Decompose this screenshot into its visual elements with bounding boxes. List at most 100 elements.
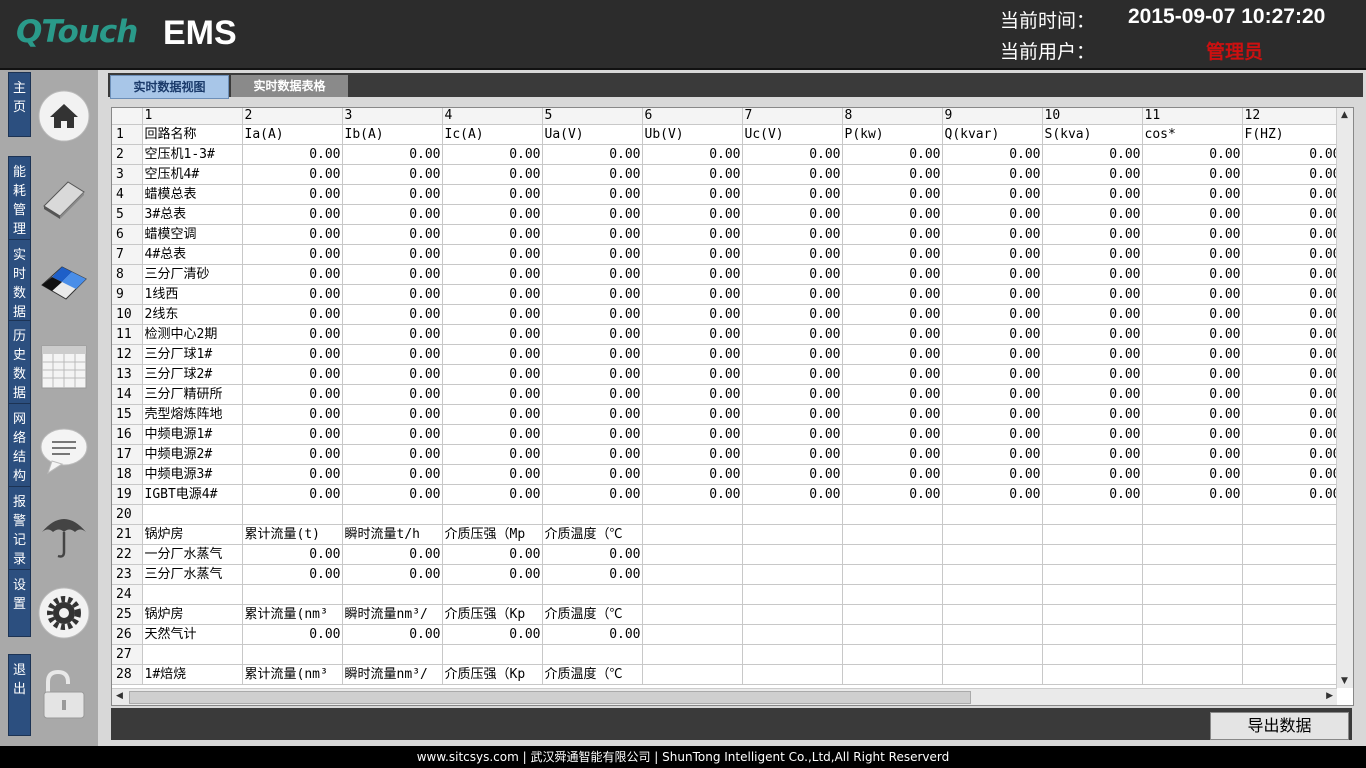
table-cell[interactable]: 累计流量(t) <box>242 524 343 545</box>
table-cell[interactable] <box>342 644 443 665</box>
table-cell[interactable]: 0.00 <box>542 464 643 485</box>
table-cell[interactable]: 0.00 <box>1142 224 1243 245</box>
table-cell[interactable] <box>642 524 743 545</box>
table-cell[interactable]: 0.00 <box>242 544 343 565</box>
table-row[interactable]: 15 壳型熔炼阵地 0.00 0.00 0.00 0.00 0.00 0.00 0.00 0.00… <box>112 404 1343 425</box>
table-cell[interactable] <box>942 584 1043 605</box>
table-cell[interactable]: 0.00 <box>1242 204 1343 225</box>
table-cell[interactable] <box>1142 664 1243 685</box>
table-cell[interactable]: 0.00 <box>442 484 543 505</box>
table-cell[interactable]: 0.00 <box>1242 164 1343 185</box>
table-cell[interactable]: 0.00 <box>642 244 743 265</box>
table-cell[interactable]: 0.00 <box>942 464 1043 485</box>
sidebar-item-home[interactable]: 主页 <box>0 72 98 155</box>
table-cell[interactable]: 0.00 <box>1142 184 1243 205</box>
table-cell[interactable]: 0.00 <box>742 464 843 485</box>
table-cell[interactable] <box>1242 664 1343 685</box>
table-cell[interactable]: 3#总表 <box>142 204 243 225</box>
table-cell[interactable]: 0.00 <box>842 264 943 285</box>
table-cell[interactable]: 0.00 <box>342 564 443 585</box>
table-cell[interactable]: cos* <box>1142 124 1243 145</box>
table-row[interactable]: 3 空压机4# 0.00 0.00 0.00 0.00 0.00 0.00 0.00 0.00 0.… <box>112 164 1343 185</box>
table-cell[interactable]: 蜡模空调 <box>142 224 243 245</box>
table-cell[interactable] <box>942 544 1043 565</box>
table-cell[interactable]: 0.00 <box>842 384 943 405</box>
table-cell[interactable]: 0.00 <box>842 464 943 485</box>
table-cell[interactable]: 0.00 <box>642 184 743 205</box>
table-cell[interactable] <box>942 564 1043 585</box>
table-cell[interactable]: 锅炉房 <box>142 604 243 625</box>
table-cell[interactable]: 0.00 <box>742 304 843 325</box>
table-cell[interactable]: 0.00 <box>342 624 443 645</box>
table-cell[interactable]: 0.00 <box>342 304 443 325</box>
table-cell[interactable]: 0.00 <box>742 324 843 345</box>
table-cell[interactable] <box>742 644 843 665</box>
table-row[interactable]: 11 检测中心2期 0.00 0.00 0.00 0.00 0.00 0.00 0.00 0.00… <box>112 324 1343 345</box>
table-cell[interactable]: 0.00 <box>1242 184 1343 205</box>
table-cell[interactable]: 0.00 <box>242 484 343 505</box>
table-cell[interactable]: 0.00 <box>242 204 343 225</box>
table-cell[interactable]: 0.00 <box>942 484 1043 505</box>
table-row[interactable]: 28 1#焙烧 累计流量(nm³ 瞬时流量nm³/介质压强（Kp 介质温度（℃ <box>112 664 1343 685</box>
table-cell[interactable]: Ub(V) <box>642 124 743 145</box>
table-cell[interactable]: 0.00 <box>942 404 1043 425</box>
realtime-data-grid[interactable]: 1 2 3 4 5 6 7 8 9 10 11 12 1 回路名称 Ia(A) Ib(A) Ic(A) Ua(V)… <box>111 107 1354 706</box>
table-row[interactable]: 10 2线东 0.00 0.00 0.00 0.00 0.00 0.00 0.00 0.00 0.0… <box>112 304 1343 325</box>
table-cell[interactable] <box>742 504 843 525</box>
table-cell[interactable]: 0.00 <box>842 424 943 445</box>
table-cell[interactable]: 0.00 <box>242 384 343 405</box>
table-cell[interactable]: 0.00 <box>442 444 543 465</box>
table-cell[interactable] <box>1042 584 1143 605</box>
table-cell[interactable]: 0.00 <box>542 624 643 645</box>
table-row[interactable]: 6 蜡模空调 0.00 0.00 0.00 0.00 0.00 0.00 0.00 0.00 0.0… <box>112 224 1343 245</box>
table-row[interactable]: 12 三分厂球1# 0.00 0.00 0.00 0.00 0.00 0.00 0.00 0.00… <box>112 344 1343 365</box>
table-cell[interactable]: 0.00 <box>642 264 743 285</box>
table-cell[interactable] <box>1242 604 1343 625</box>
table-cell[interactable]: 介质温度（℃ <box>542 524 643 545</box>
table-cell[interactable]: 0.00 <box>1242 264 1343 285</box>
table-cell[interactable]: 1#焙烧 <box>142 664 243 685</box>
table-cell[interactable]: 0.00 <box>1142 244 1243 265</box>
table-cell[interactable]: 0.00 <box>542 224 643 245</box>
horizontal-scrollbar[interactable]: ◀ ▶ <box>112 688 1337 705</box>
table-cell[interactable]: 0.00 <box>942 424 1043 445</box>
table-cell[interactable]: 0.00 <box>1142 344 1243 365</box>
table-cell[interactable]: 0.00 <box>442 224 543 245</box>
table-cell[interactable]: 瞬时流量nm³/ <box>342 604 443 625</box>
column-header[interactable]: 8 <box>842 108 943 125</box>
sidebar-item-network-structure[interactable]: 网络结构 <box>0 403 98 487</box>
table-cell[interactable]: 0.00 <box>1242 404 1343 425</box>
table-cell[interactable]: 0.00 <box>542 404 643 425</box>
table-cell[interactable]: 0.00 <box>942 224 1043 245</box>
table-row[interactable]: 16 中频电源1# 0.00 0.00 0.00 0.00 0.00 0.00 0.00 0.00… <box>112 424 1343 445</box>
table-cell[interactable]: 0.00 <box>1142 144 1243 165</box>
table-cell[interactable] <box>742 624 843 645</box>
table-cell[interactable]: 0.00 <box>742 224 843 245</box>
table-cell[interactable]: 0.00 <box>642 164 743 185</box>
table-cell[interactable]: 中频电源2# <box>142 444 243 465</box>
table-cell[interactable]: 0.00 <box>742 404 843 425</box>
table-cell[interactable]: 0.00 <box>642 364 743 385</box>
table-cell[interactable] <box>1042 524 1143 545</box>
table-cell[interactable]: 0.00 <box>642 464 743 485</box>
table-cell[interactable]: 0.00 <box>1042 404 1143 425</box>
table-cell[interactable]: 0.00 <box>442 384 543 405</box>
table-cell[interactable]: 0.00 <box>842 224 943 245</box>
table-row[interactable]: 24 <box>112 584 1343 605</box>
table-cell[interactable]: 0.00 <box>342 424 443 445</box>
table-cell[interactable]: 0.00 <box>342 324 443 345</box>
table-cell[interactable]: 0.00 <box>942 304 1043 325</box>
table-cell[interactable]: 0.00 <box>1242 424 1343 445</box>
table-cell[interactable]: 0.00 <box>742 364 843 385</box>
table-cell[interactable] <box>942 624 1043 645</box>
table-cell[interactable]: 0.00 <box>442 424 543 445</box>
table-cell[interactable]: 0.00 <box>242 464 343 485</box>
table-cell[interactable]: 0.00 <box>542 284 643 305</box>
table-cell[interactable] <box>742 584 843 605</box>
table-cell[interactable]: 0.00 <box>1242 304 1343 325</box>
sidebar-item-realtime-data[interactable]: 实时数据 <box>0 239 98 321</box>
table-cell[interactable] <box>1242 544 1343 565</box>
table-cell[interactable]: 0.00 <box>1142 424 1243 445</box>
table-cell[interactable]: 0.00 <box>542 184 643 205</box>
table-cell[interactable] <box>1042 544 1143 565</box>
